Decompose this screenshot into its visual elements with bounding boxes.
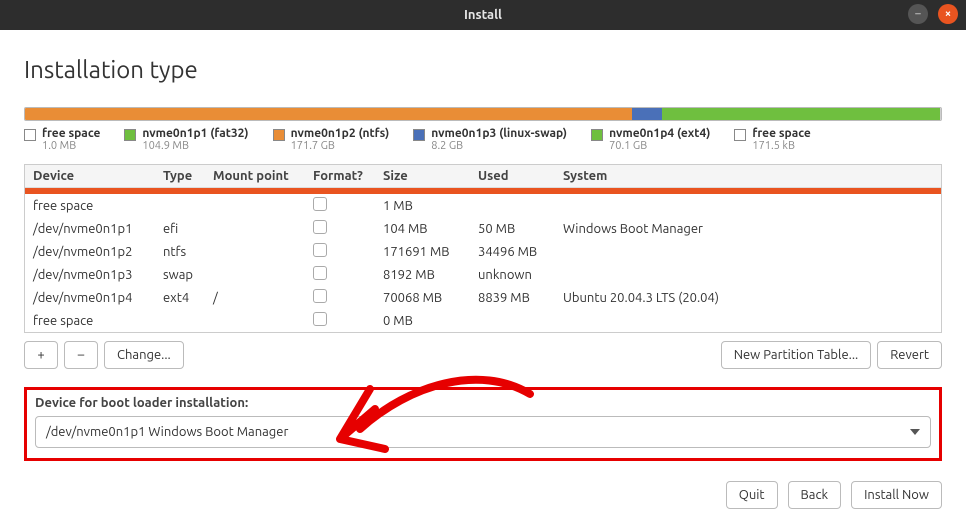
legend-swatch-icon (734, 129, 746, 141)
table-row[interactable]: free space 1 MB (25, 194, 941, 217)
cell-device: free space (31, 199, 161, 213)
window-title: Install (464, 8, 502, 22)
boot-loader-section: Device for boot loader installation: /de… (24, 387, 942, 461)
change-partition-button[interactable]: Change... (104, 341, 184, 369)
partition-legend: free space1.0 MBnvme0n1p1 (fat32)104.9 M… (24, 127, 942, 152)
col-system[interactable]: System (561, 169, 935, 183)
legend-size: 171.5 kB (752, 140, 810, 152)
table-row[interactable]: free space 0 MB (25, 309, 941, 332)
chevron-down-icon (910, 429, 920, 435)
legend-item: nvme0n1p2 (ntfs)171.7 GB (273, 127, 390, 152)
cell-format (311, 197, 381, 214)
new-partition-table-button[interactable]: New Partition Table... (721, 341, 872, 369)
legend-item: free space1.0 MB (24, 127, 100, 152)
legend-swatch-icon (413, 129, 425, 141)
cell-used: 50 MB (476, 222, 561, 236)
legend-name: nvme0n1p1 (fat32) (142, 127, 248, 140)
minimize-button[interactable]: – (908, 4, 928, 24)
format-checkbox[interactable] (313, 220, 327, 234)
partition-segment (632, 108, 661, 120)
cell-format (311, 243, 381, 260)
cell-type: ext4 (161, 291, 211, 305)
cell-format (311, 220, 381, 237)
cell-format (311, 289, 381, 306)
cell-used: 8839 MB (476, 291, 561, 305)
window-titlebar: Install – × (0, 0, 966, 30)
legend-size: 70.1 GB (609, 140, 710, 152)
table-header: Device Type Mount point Format? Size Use… (25, 165, 941, 188)
legend-name: free space (752, 127, 810, 140)
cell-mount: / (211, 291, 311, 305)
cell-device: free space (31, 314, 161, 328)
cell-size: 8192 MB (381, 268, 476, 282)
format-checkbox[interactable] (313, 289, 327, 303)
cell-size: 171691 MB (381, 245, 476, 259)
legend-swatch-icon (124, 129, 136, 141)
cell-size: 70068 MB (381, 291, 476, 305)
legend-item: nvme0n1p1 (fat32)104.9 MB (124, 127, 248, 152)
cell-size: 1 MB (381, 199, 476, 213)
legend-size: 104.9 MB (142, 140, 248, 152)
cell-size: 0 MB (381, 314, 476, 328)
legend-swatch-icon (591, 129, 603, 141)
legend-item: nvme0n1p3 (linux-swap)8.2 GB (413, 127, 567, 152)
legend-swatch-icon (24, 129, 36, 141)
legend-swatch-icon (273, 129, 285, 141)
table-row[interactable]: /dev/nvme0n1p4ext4/ 70068 MB8839 MBUbuntu… (25, 286, 941, 309)
cell-system: Ubuntu 20.04.3 LTS (20.04) (561, 291, 935, 305)
install-now-button[interactable]: Install Now (851, 481, 942, 509)
format-checkbox[interactable] (313, 312, 327, 326)
cell-device: /dev/nvme0n1p4 (31, 291, 161, 305)
partition-segment (940, 108, 941, 120)
legend-name: free space (42, 127, 100, 140)
legend-name: nvme0n1p2 (ntfs) (291, 127, 390, 140)
remove-partition-button[interactable]: – (64, 341, 98, 369)
col-type[interactable]: Type (161, 169, 211, 183)
cell-used: 34496 MB (476, 245, 561, 259)
add-partition-button[interactable]: + (24, 341, 58, 369)
boot-loader-select[interactable]: /dev/nvme0n1p1 Windows Boot Manager (35, 416, 931, 448)
cell-size: 104 MB (381, 222, 476, 236)
cell-device: /dev/nvme0n1p2 (31, 245, 161, 259)
cell-type: efi (161, 222, 211, 236)
cell-device: /dev/nvme0n1p1 (31, 222, 161, 236)
revert-button[interactable]: Revert (877, 341, 942, 369)
col-format[interactable]: Format? (311, 169, 381, 183)
partition-table: Device Type Mount point Format? Size Use… (24, 164, 942, 333)
legend-size: 171.7 GB (291, 140, 390, 152)
format-checkbox[interactable] (313, 266, 327, 280)
col-size[interactable]: Size (381, 169, 476, 183)
col-device[interactable]: Device (31, 169, 161, 183)
cell-type: swap (161, 268, 211, 282)
close-button[interactable]: × (938, 4, 958, 24)
cell-format (311, 266, 381, 283)
table-row[interactable]: /dev/nvme0n1p2ntfs 171691 MB34496 MB (25, 240, 941, 263)
cell-device: /dev/nvme0n1p3 (31, 268, 161, 282)
cell-format (311, 312, 381, 329)
legend-item: nvme0n1p4 (ext4)70.1 GB (591, 127, 710, 152)
format-checkbox[interactable] (313, 197, 327, 211)
boot-loader-value: /dev/nvme0n1p1 Windows Boot Manager (46, 425, 288, 439)
page-title: Installation type (24, 56, 942, 83)
quit-button[interactable]: Quit (726, 481, 778, 509)
partition-segment (26, 108, 632, 120)
back-button[interactable]: Back (788, 481, 842, 509)
cell-type: ntfs (161, 245, 211, 259)
legend-name: nvme0n1p4 (ext4) (609, 127, 710, 140)
boot-loader-label: Device for boot loader installation: (35, 396, 931, 410)
col-mount[interactable]: Mount point (211, 169, 311, 183)
legend-size: 1.0 MB (42, 140, 100, 152)
legend-name: nvme0n1p3 (linux-swap) (431, 127, 567, 140)
format-checkbox[interactable] (313, 243, 327, 257)
cell-system: Windows Boot Manager (561, 222, 935, 236)
partition-segment (662, 108, 940, 120)
col-used[interactable]: Used (476, 169, 561, 183)
table-row[interactable]: /dev/nvme0n1p3swap 8192 MBunknown (25, 263, 941, 286)
table-row[interactable]: /dev/nvme0n1p1efi 104 MB50 MBWindows Boot… (25, 217, 941, 240)
legend-size: 8.2 GB (431, 140, 567, 152)
partition-usage-bar (24, 107, 942, 121)
cell-used: unknown (476, 268, 561, 282)
legend-item: free space171.5 kB (734, 127, 810, 152)
